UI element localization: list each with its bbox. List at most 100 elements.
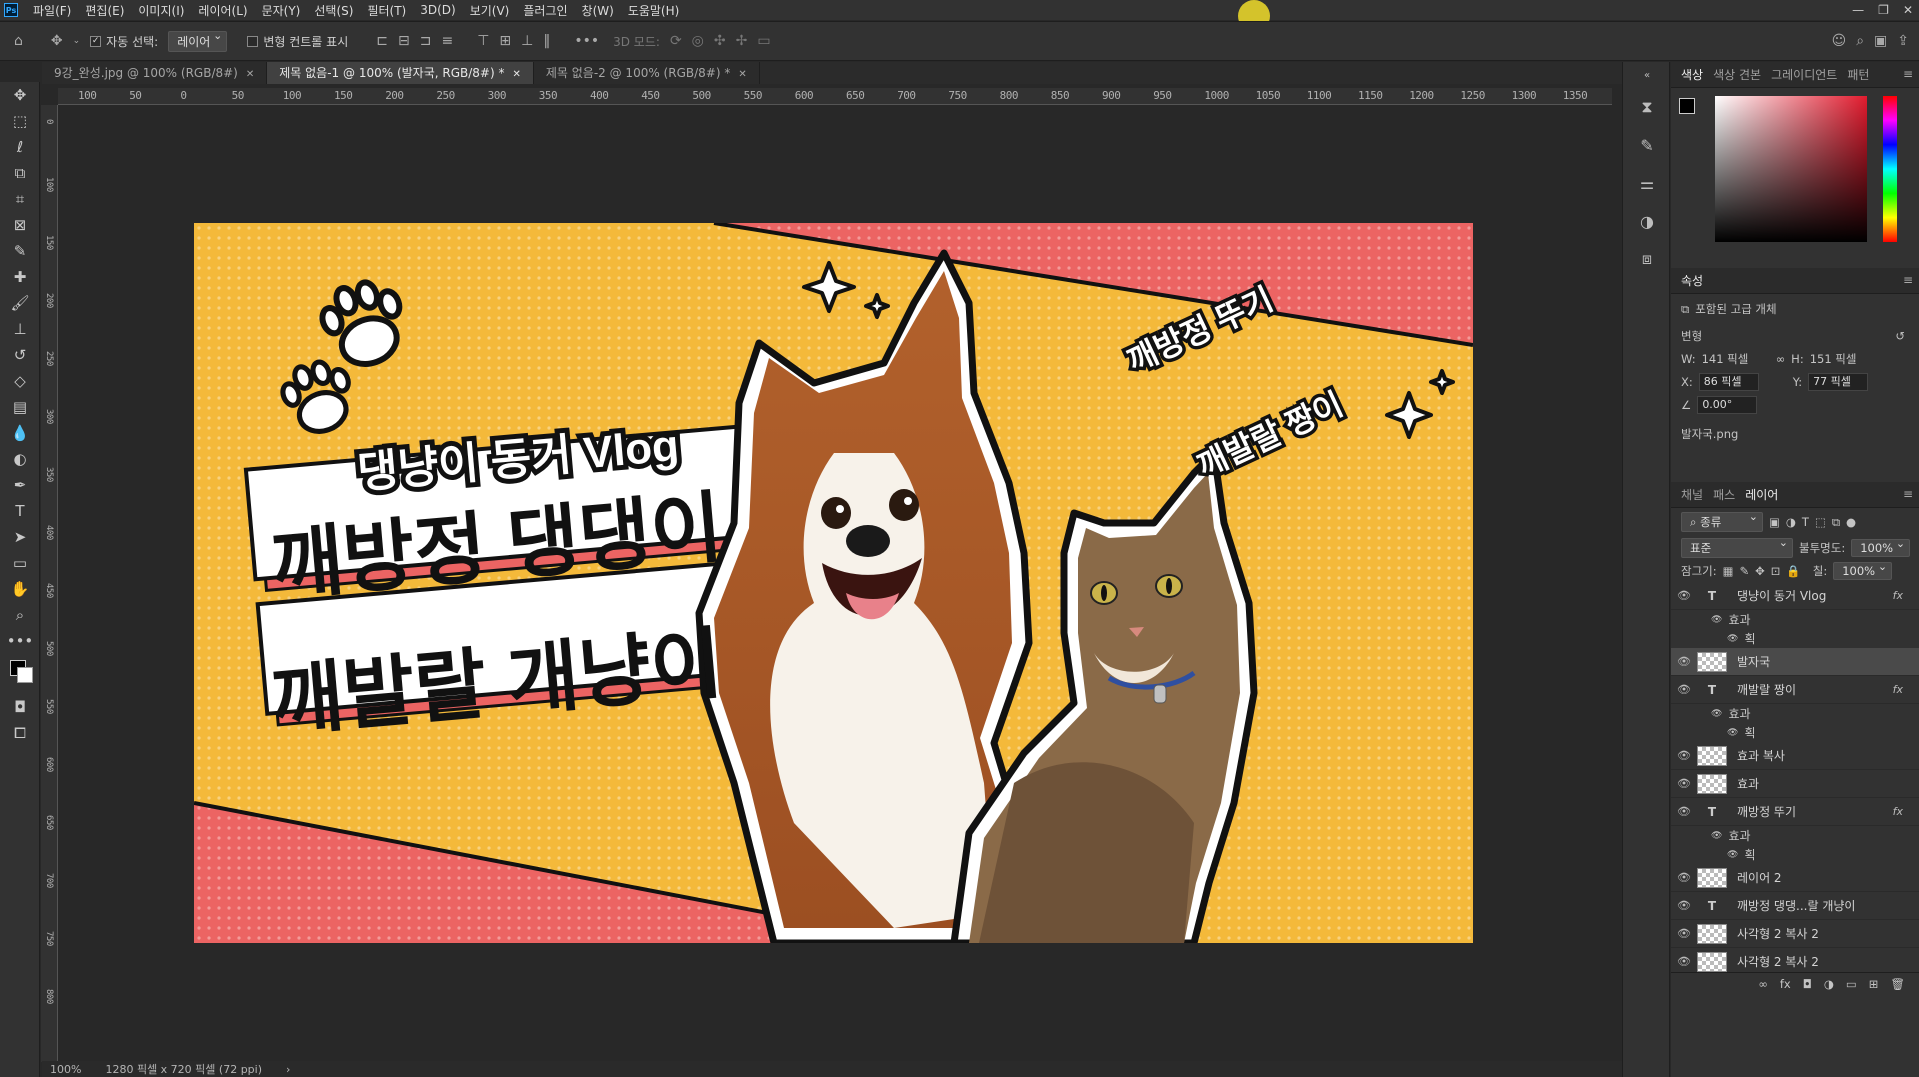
dodge-tool-icon[interactable]: ◐ bbox=[0, 446, 40, 472]
align-top-icon[interactable]: ⊤ bbox=[477, 33, 489, 49]
layer-row[interactable]: 👁 효과 bbox=[1671, 770, 1919, 798]
layer-effect-stroke-row[interactable]: 👁 획 bbox=[1671, 629, 1919, 648]
menu-edit[interactable]: 편집(E) bbox=[78, 2, 131, 19]
filter-shape-icon[interactable]: ⬚ bbox=[1815, 515, 1826, 529]
zoom-level[interactable]: 100% bbox=[50, 1063, 81, 1076]
reset-icon[interactable]: ↺ bbox=[1895, 329, 1905, 343]
fx-icon[interactable]: fx bbox=[1893, 805, 1903, 818]
tab-swatches[interactable]: 색상 견본 bbox=[1713, 66, 1761, 83]
tab-document-2[interactable]: 제목 없음-1 @ 100% (발자국, RGB/8#) * ✕ bbox=[267, 62, 534, 84]
align-right-icon[interactable]: ⊐ bbox=[420, 33, 432, 49]
saturation-field[interactable] bbox=[1715, 96, 1867, 242]
link-layers-icon[interactable]: ∞ bbox=[1758, 977, 1768, 991]
eye-icon[interactable]: 👁 bbox=[1727, 634, 1738, 644]
tab-color[interactable]: 색상 bbox=[1681, 66, 1703, 83]
color-picker[interactable] bbox=[1671, 88, 1919, 268]
home-icon[interactable]: ⌂ bbox=[14, 33, 23, 49]
delete-layer-icon[interactable]: 🗑 bbox=[1890, 977, 1905, 991]
x-field[interactable]: 86 픽셀 bbox=[1698, 372, 1759, 391]
lock-transparent-icon[interactable]: ▦ bbox=[1723, 564, 1734, 578]
eye-icon[interactable]: 👁 bbox=[1711, 615, 1722, 625]
clone-stamp-tool-icon[interactable]: ⊥ bbox=[0, 316, 40, 342]
fx-icon[interactable]: fx bbox=[1893, 683, 1903, 696]
eye-icon[interactable]: 👁 bbox=[1671, 927, 1697, 940]
align-middle-icon[interactable]: ⊞ bbox=[499, 33, 511, 49]
type-tool-icon[interactable]: T bbox=[0, 498, 40, 524]
eye-icon[interactable]: 👁 bbox=[1671, 655, 1697, 668]
close-icon[interactable]: ✕ bbox=[738, 69, 746, 80]
tab-document-3[interactable]: 제목 없음-2 @ 100% (RGB/8#) * ✕ bbox=[534, 62, 760, 84]
foreground-swatch[interactable] bbox=[1679, 98, 1695, 114]
menu-layer[interactable]: 레이어(L) bbox=[191, 2, 254, 19]
layer-row[interactable]: 👁 사각형 2 복사 2 bbox=[1671, 920, 1919, 948]
layer-effect-stroke-row[interactable]: 👁 획 bbox=[1671, 723, 1919, 742]
fx-icon[interactable]: fx bbox=[1893, 589, 1903, 602]
rectangle-tool-icon[interactable]: ▭ bbox=[0, 550, 40, 576]
auto-select-dropdown[interactable]: 레이어 bbox=[168, 29, 228, 52]
align-bottom-icon[interactable]: ⊥ bbox=[521, 33, 533, 49]
filter-adjust-icon[interactable]: ◑ bbox=[1786, 515, 1796, 529]
eyedropper-tool-icon[interactable]: ✎ bbox=[0, 238, 40, 264]
lasso-tool-icon[interactable]: ℓ bbox=[0, 134, 40, 160]
add-mask-icon[interactable]: ◘ bbox=[1803, 977, 1812, 991]
layer-row[interactable]: 👁 T 댕냥이 동거 Vlog fx bbox=[1671, 582, 1919, 610]
layer-row[interactable]: 👁 사각형 2 복사 2 bbox=[1671, 948, 1919, 972]
distribute-icon[interactable]: ≡ bbox=[441, 33, 453, 49]
tab-paths[interactable]: 패스 bbox=[1713, 486, 1735, 503]
tab-layers[interactable]: 레이어 bbox=[1745, 486, 1778, 503]
marquee-tool-icon[interactable]: ⬚ bbox=[0, 108, 40, 134]
link-icon[interactable]: ∞ bbox=[1776, 352, 1786, 366]
3d-pan-icon[interactable]: ✣ bbox=[714, 33, 726, 49]
panel-menu-icon[interactable]: ≡ bbox=[1903, 67, 1913, 81]
properties-panel-icon[interactable]: ◑ bbox=[1623, 202, 1671, 240]
workspace-icon[interactable]: ▣ bbox=[1874, 33, 1887, 49]
object-select-tool-icon[interactable]: ⧉ bbox=[0, 160, 40, 186]
menu-image[interactable]: 이미지(I) bbox=[131, 2, 191, 19]
menu-view[interactable]: 보기(V) bbox=[463, 2, 517, 19]
gradient-tool-icon[interactable]: ▤ bbox=[0, 394, 40, 420]
menu-help[interactable]: 도움말(H) bbox=[621, 2, 687, 19]
layer-effects-row[interactable]: 👁 효과 bbox=[1671, 610, 1919, 629]
tab-patterns[interactable]: 패턴 bbox=[1847, 66, 1869, 83]
path-select-tool-icon[interactable]: ➤ bbox=[0, 524, 40, 550]
more-options-icon[interactable]: ••• bbox=[574, 33, 599, 49]
brush-settings-icon[interactable]: ✎ bbox=[1623, 126, 1671, 164]
healing-brush-tool-icon[interactable]: ✚ bbox=[0, 264, 40, 290]
eraser-tool-icon[interactable]: ◇ bbox=[0, 368, 40, 394]
collapse-icon[interactable]: « bbox=[1623, 62, 1671, 88]
search-icon[interactable]: ⌕ bbox=[1856, 33, 1864, 49]
pen-tool-icon[interactable]: ✒ bbox=[0, 472, 40, 498]
document-canvas[interactable]: 댕냥이 동거 Vlog 깨방정 댕댕이 깨발랄 개냥이 깨방정 뚜기 깨발랄 짱… bbox=[194, 223, 1473, 943]
menu-3d[interactable]: 3D(D) bbox=[413, 3, 462, 17]
history-brush-tool-icon[interactable]: ↺ bbox=[0, 342, 40, 368]
lock-position-icon[interactable]: ✥ bbox=[1755, 564, 1765, 578]
eye-icon[interactable]: 👁 bbox=[1671, 683, 1697, 696]
share-icon[interactable]: ☺ bbox=[1832, 33, 1847, 49]
menu-select[interactable]: 선택(S) bbox=[307, 2, 360, 19]
eye-icon[interactable]: 👁 bbox=[1671, 871, 1697, 884]
brush-tool-icon[interactable]: 🖌 bbox=[0, 290, 40, 316]
libraries-icon[interactable]: ⧈ bbox=[1623, 240, 1671, 278]
eye-icon[interactable]: 👁 bbox=[1711, 831, 1722, 841]
layer-row[interactable]: 👁 효과 복사 bbox=[1671, 742, 1919, 770]
eye-icon[interactable]: 👁 bbox=[1727, 850, 1738, 860]
move-tool-icon[interactable]: ✥ bbox=[51, 33, 63, 49]
lock-pixels-icon[interactable]: ✎ bbox=[1740, 564, 1750, 578]
layer-row[interactable]: 👁 레이어 2 bbox=[1671, 864, 1919, 892]
eye-icon[interactable]: 👁 bbox=[1671, 589, 1697, 602]
height-field[interactable]: 151 픽셀 bbox=[1810, 351, 1857, 367]
eye-icon[interactable]: 👁 bbox=[1711, 709, 1722, 719]
3d-scale-icon[interactable]: ▭ bbox=[757, 33, 770, 49]
layer-row[interactable]: 👁 T 깨발랄 짱이 fx bbox=[1671, 676, 1919, 704]
hand-tool-icon[interactable]: ✋ bbox=[0, 576, 40, 602]
menu-file[interactable]: 파일(F) bbox=[26, 2, 78, 19]
add-style-icon[interactable]: fx bbox=[1780, 977, 1791, 991]
close-icon[interactable]: ✕ bbox=[246, 69, 254, 80]
tab-channels[interactable]: 채널 bbox=[1681, 486, 1703, 503]
restore-icon[interactable]: ❐ bbox=[1878, 3, 1889, 17]
angle-field[interactable]: 0.00° bbox=[1697, 395, 1758, 414]
layer-filter-dropdown[interactable]: ⌕ 종류 bbox=[1681, 510, 1763, 532]
3d-roll-icon[interactable]: ◎ bbox=[692, 33, 704, 49]
layer-effects-row[interactable]: 👁 효과 bbox=[1671, 704, 1919, 723]
align-left-icon[interactable]: ⊏ bbox=[376, 33, 388, 49]
